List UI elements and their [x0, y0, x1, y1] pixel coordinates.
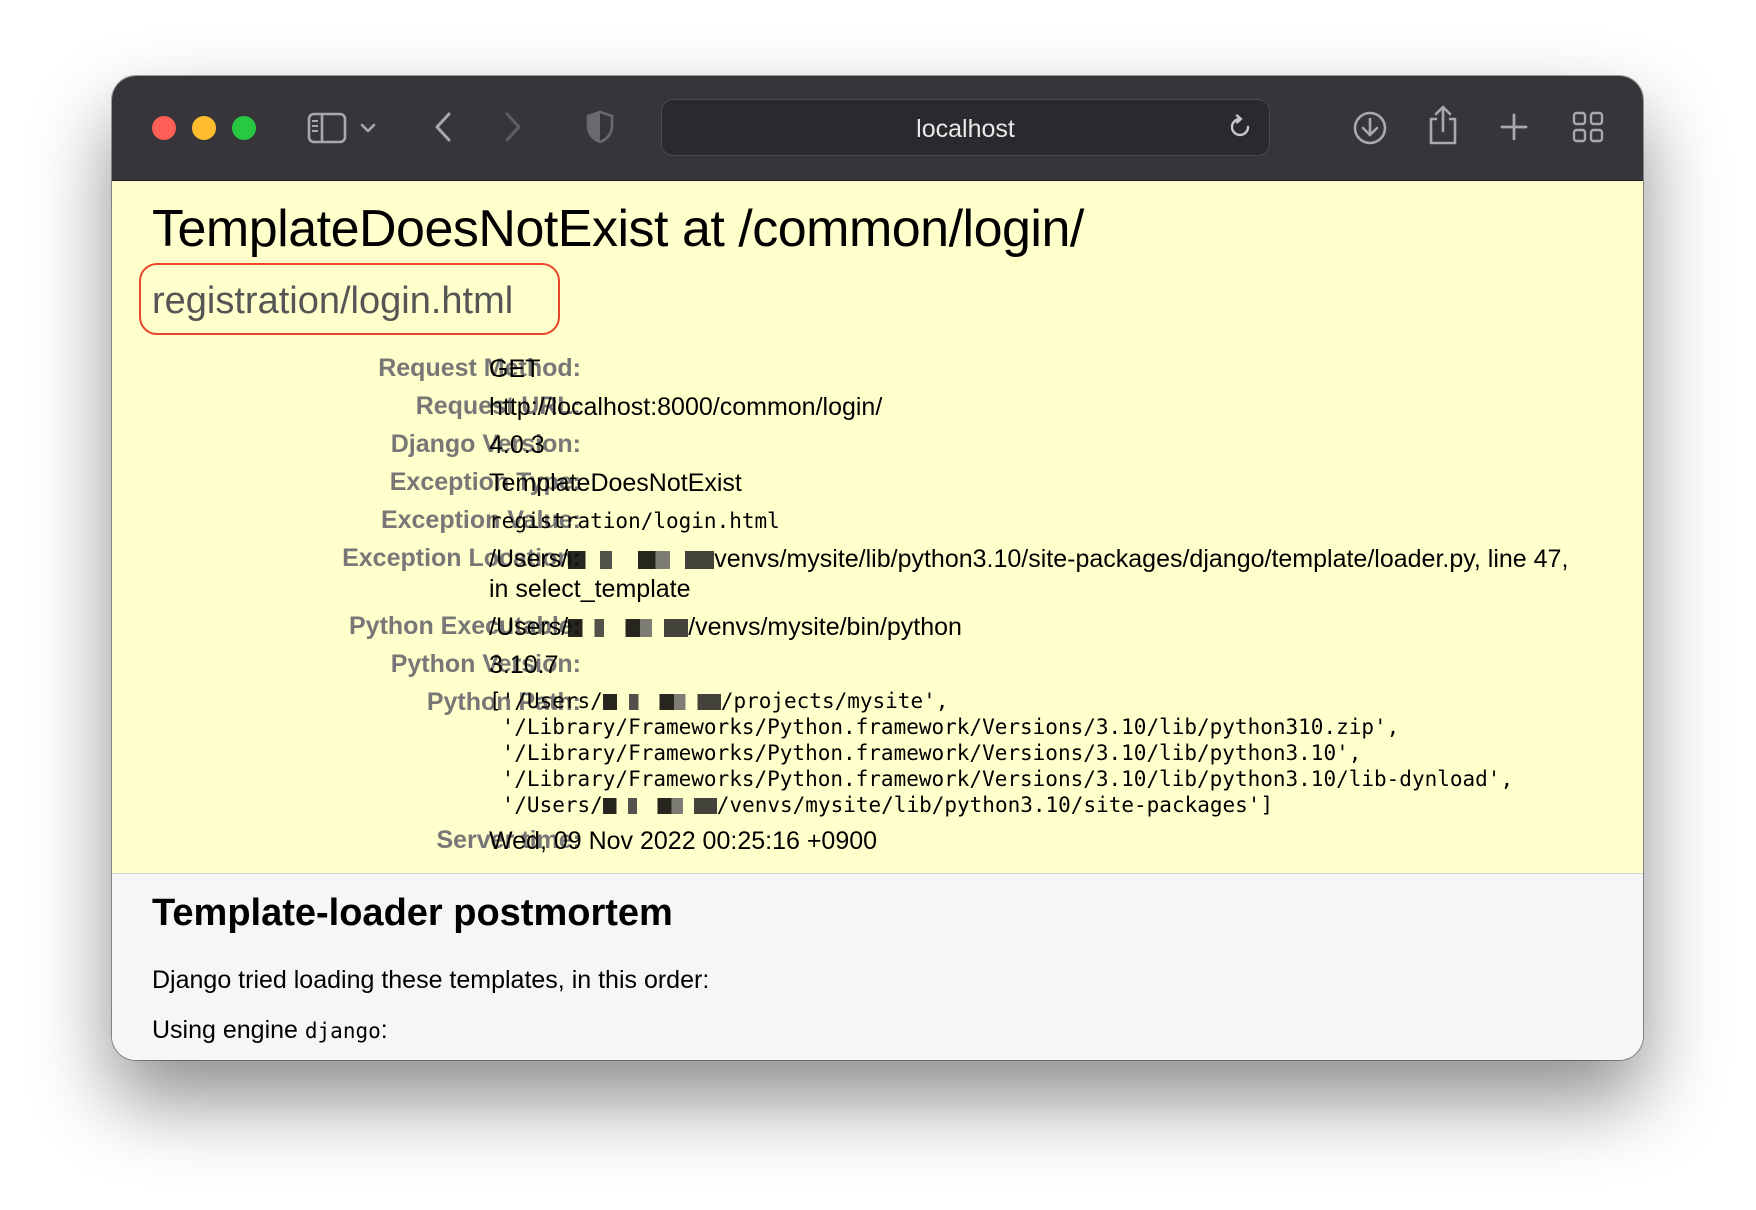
postmortem-engine: Using engine django: [152, 1016, 388, 1045]
template-postmortem-section: Template-loader postmortem Django tried … [112, 874, 1643, 1060]
python-path-list: ['/Users/ /projects/mysite', '/Library/Fr… [489, 688, 1609, 818]
path-suffix: venvs/mysite/lib/python3.10/site-package… [714, 545, 1569, 573]
meta-value: registration/login.html [489, 509, 780, 533]
engine-suffix: : [380, 1016, 388, 1044]
browser-window: localhost TemplateDoesNotExist at /commo… [112, 76, 1643, 1060]
meta-value: /Users/ /venvs/mysite/bin/python [489, 612, 1609, 642]
redacted-username [602, 798, 717, 814]
page-title: TemplateDoesNotExist at /common/login/ [152, 200, 1084, 258]
meta-value: http://localhost:8000/common/login/ [489, 393, 883, 421]
chevron-down-icon[interactable] [358, 118, 378, 138]
meta-value: 4.0.3 [489, 431, 545, 459]
path-line: /projects/mysite', [720, 689, 949, 713]
postmortem-title: Template-loader postmortem [152, 892, 673, 934]
meta-value: TemplateDoesNotExist [489, 469, 742, 497]
path-prefix: /Users/ [489, 613, 569, 641]
meta-value: GET [489, 355, 541, 383]
plus-icon[interactable] [1497, 110, 1531, 144]
postmortem-intro: Django tried loading these templates, in… [152, 966, 710, 994]
meta-value: 3.10.7 [489, 651, 559, 679]
tab-overview-icon[interactable] [1570, 109, 1606, 145]
path-line: /venvs/mysite/lib/python3.10/site-packag… [716, 793, 1274, 817]
redacted-username [568, 619, 689, 638]
exception-value-heading: registration/login.html [152, 280, 514, 322]
reload-icon[interactable] [1225, 112, 1255, 142]
path-line: '/Library/Frameworks/Python.framework/Ve… [489, 715, 1400, 739]
maximize-window-button[interactable] [232, 116, 256, 140]
address-text: localhost [916, 115, 1015, 143]
error-summary: TemplateDoesNotExist at /common/login/ r… [112, 181, 1643, 874]
share-icon[interactable] [1425, 102, 1461, 148]
redacted-username [568, 551, 715, 570]
back-icon[interactable] [428, 106, 458, 148]
meta-value: /Users/venvs/mysite/lib/python3.10/site-… [489, 544, 1609, 604]
path-suffix: /venvs/mysite/bin/python [688, 613, 962, 641]
close-window-button[interactable] [152, 116, 176, 140]
path-line: '/Library/Frameworks/Python.framework/Ve… [489, 767, 1514, 791]
path-line: '/Users/ [489, 793, 603, 817]
path-continuation: in select_template [489, 575, 691, 603]
browser-toolbar: localhost [112, 76, 1643, 181]
path-line: '/Library/Frameworks/Python.framework/Ve… [489, 741, 1362, 765]
sidebar-icon[interactable] [305, 110, 349, 146]
path-line: ['/Users/ [489, 689, 603, 713]
path-prefix: /Users/ [489, 545, 569, 573]
minimize-window-button[interactable] [192, 116, 216, 140]
engine-prefix: Using engine [152, 1016, 305, 1044]
engine-name: django [304, 1019, 381, 1043]
forward-icon[interactable] [498, 106, 528, 148]
redacted-username [602, 694, 721, 710]
meta-value: Wed, 09 Nov 2022 00:25:16 +0900 [489, 827, 878, 855]
address-bar[interactable]: localhost [661, 99, 1270, 156]
shield-icon[interactable] [584, 108, 616, 146]
download-icon[interactable] [1350, 108, 1390, 148]
